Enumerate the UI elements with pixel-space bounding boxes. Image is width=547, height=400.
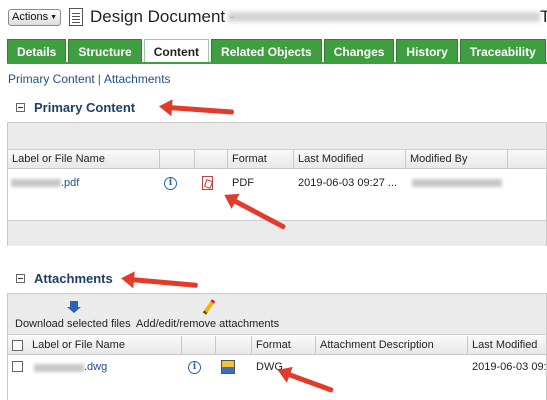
- page-title-tail: T: [540, 7, 547, 26]
- attachment-file-link[interactable]: .dwg: [84, 357, 107, 377]
- tab-changes[interactable]: Changes: [323, 39, 395, 63]
- subnav-separator: |: [97, 72, 101, 86]
- col-info: [182, 336, 216, 355]
- attachment-last-modified-cell: 2019-06-03 09:: [472, 361, 547, 373]
- pdf-file-icon[interactable]: [202, 176, 213, 190]
- primary-content-heading: Primary Content: [16, 100, 135, 115]
- info-icon[interactable]: i: [188, 361, 201, 374]
- pencil-icon[interactable]: [202, 299, 216, 315]
- row-select-checkbox[interactable]: [12, 361, 23, 372]
- primary-toolbar: [8, 123, 546, 150]
- tab-details[interactable]: Details: [7, 39, 67, 63]
- tab-structure[interactable]: Structure: [68, 39, 142, 63]
- collapse-primary-icon[interactable]: [16, 103, 25, 112]
- col-format[interactable]: Format: [228, 150, 294, 169]
- subnav-primary-content-link[interactable]: Primary Content: [8, 72, 95, 86]
- download-selected-files-button[interactable]: Download selected files: [15, 318, 131, 330]
- col-attachment-description[interactable]: Attachment Description: [316, 336, 468, 355]
- col-info: [160, 150, 195, 169]
- redacted-file-name: [34, 364, 84, 372]
- select-all-checkbox[interactable]: [12, 340, 23, 351]
- tab-traceability[interactable]: Traceability: [459, 39, 546, 63]
- document-icon: [69, 8, 83, 26]
- document-header: Actions ▼ Design Document - T: [0, 0, 547, 38]
- attachments-title: Attachments: [34, 271, 113, 286]
- col-label-or-file-name[interactable]: Label or File Name: [8, 150, 160, 169]
- redacted-modified-by: [412, 179, 502, 187]
- redacted-file-name: [11, 179, 61, 187]
- attachments-toolbar: Download selected files Add/edit/remove …: [8, 294, 546, 335]
- download-icon[interactable]: [66, 301, 82, 313]
- tab-content[interactable]: Content: [143, 39, 210, 64]
- tab-bar: Details Structure Content Related Object…: [7, 39, 547, 64]
- actions-menu-button[interactable]: Actions ▼: [8, 9, 62, 26]
- primary-table-header: Label or File Name Format Last Modified …: [8, 150, 546, 169]
- attachments-table-header: Label or File Name Format Attachment Des…: [8, 336, 546, 355]
- chevron-down-icon: ▼: [50, 14, 58, 21]
- subnav-attachments-link[interactable]: Attachments: [104, 72, 171, 86]
- dwg-file-icon[interactable]: [221, 360, 235, 374]
- actions-label: Actions: [12, 11, 49, 23]
- col-last-modified[interactable]: Last Modified: [294, 150, 406, 169]
- col-file-icon: [195, 150, 228, 169]
- primary-file-link[interactable]: .pdf: [61, 173, 79, 193]
- primary-content-title: Primary Content: [34, 100, 136, 115]
- primary-last-modified-cell: 2019-06-03 09:27 ...: [298, 177, 398, 189]
- col-label-or-file-name[interactable]: Label or File Name: [28, 336, 182, 355]
- info-icon[interactable]: i: [164, 177, 177, 190]
- col-format[interactable]: Format: [252, 336, 316, 355]
- collapse-attachments-icon[interactable]: [16, 274, 25, 283]
- col-last-modified[interactable]: Last Modified: [468, 336, 547, 355]
- page-title: Design Document -: [90, 7, 236, 26]
- col-modified-by[interactable]: Modified By: [406, 150, 508, 169]
- primary-content-table: Label or File Name Format Last Modified …: [7, 122, 547, 246]
- tab-history[interactable]: History: [396, 39, 458, 63]
- col-file-icon: [216, 336, 252, 355]
- annotation-arrow: [129, 277, 198, 288]
- primary-format-cell: PDF: [232, 177, 254, 189]
- tab-related-objects[interactable]: Related Objects: [211, 39, 322, 63]
- attachments-heading: Attachments: [16, 271, 113, 286]
- attachments-table: Download selected files Add/edit/remove …: [7, 293, 547, 400]
- content-subnav: Primary Content | Attachments: [8, 72, 171, 86]
- annotation-arrow: [167, 105, 235, 115]
- redacted-title-text: [228, 12, 540, 22]
- tab-underline: [7, 62, 547, 64]
- add-edit-remove-attachments-button[interactable]: Add/edit/remove attachments: [136, 318, 279, 330]
